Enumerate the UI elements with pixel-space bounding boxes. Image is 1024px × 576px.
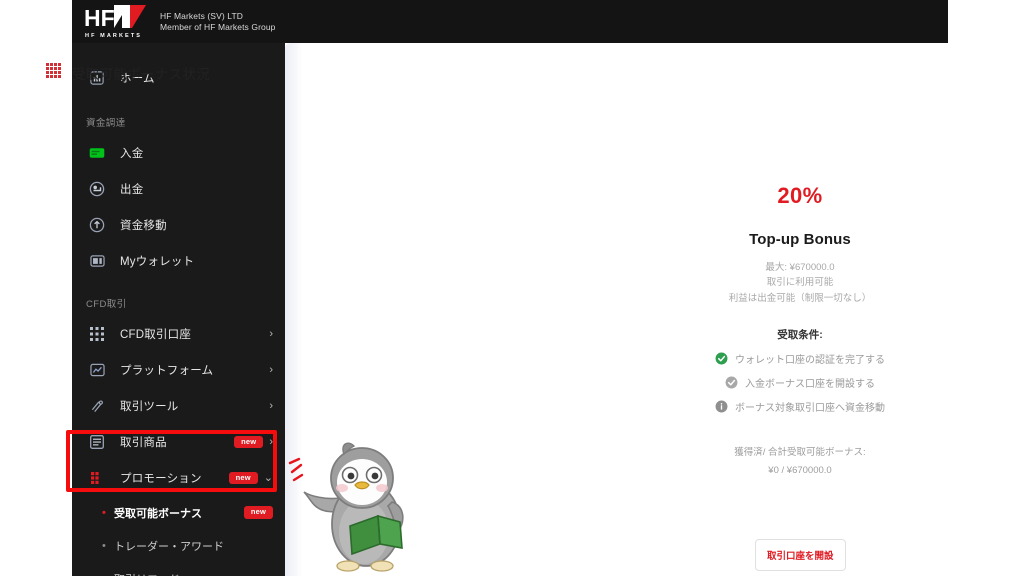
sidebar-subitem-trading-reward-label: 取引リワード [114,571,273,576]
sidebar-item-trading-tools[interactable]: 取引ツール › [72,388,285,424]
new-badge: new [243,506,273,519]
check-circle-gray-icon [725,376,738,389]
bullet-icon: • [102,573,114,576]
sidebar-subitem-trading-reward[interactable]: • 取引リワード [72,562,285,576]
sidebar-item-cfd-accounts-label: CFD取引口座 [120,329,192,341]
sidebar-subitem-trader-award-label: トレーダー・アワード [114,540,224,553]
sidebar-item-withdraw[interactable]: 出金 [72,171,285,207]
bonus-name: Top-up Bonus [749,231,851,248]
sidebar-item-platforms[interactable]: プラットフォーム › [72,352,285,388]
chevron-down-icon[interactable]: ⌄ [264,472,273,484]
sidebar-section-funding: 資金調達 [86,118,126,129]
grid-icon [86,324,108,344]
check-circle-green-icon [715,352,728,365]
sidebar-item-instruments-label: 取引商品 [120,437,167,449]
open-trading-account-button[interactable]: 取引口座を開設 [755,539,846,571]
list-icon [86,432,108,452]
bullet-icon: • [102,539,106,552]
sidebar-subitem-available-bonus-label: 受取可能ボーナス [114,507,202,520]
sidebar-item-deposit-label: 入金 [120,148,144,160]
chevron-right-icon[interactable]: › [269,400,273,412]
chevron-right-icon[interactable]: › [269,364,273,376]
red-grid-icon [46,63,61,83]
sidebar-item-mywallet[interactable]: Myウォレット [72,243,285,279]
earned-value: ¥0 / ¥670000.0 [768,464,832,476]
sidebar-item-transfer-label: 資金移動 [120,220,167,232]
bonus-max-amount: 最大: ¥670000.0 [765,262,835,273]
earned-label: 獲得済/ 合計受取可能ボーナス: [734,447,866,459]
page-title-text: 受取可能ボーナス状況 [72,67,210,82]
bonus-usable-note: 取引に利用可能 [766,277,834,289]
sidebar-item-deposit[interactable]: 入金 [72,135,285,171]
chevron-right-icon[interactable]: › [269,436,273,448]
deposit-card-icon [86,143,108,163]
sidebar-item-mywallet-label: Myウォレット [120,256,195,268]
new-badge: new [234,435,264,449]
condition-text-3: ボーナス対象取引口座へ資金移動 [735,403,885,415]
bonus-card: 20% Top-up Bonus 最大: ¥670000.0 取引に利用可能 利… [615,183,985,479]
brand-logo[interactable]: HF HF MARKETS HF Markets (SV) LTD Member… [72,4,276,39]
sidebar-subitem-trader-award[interactable]: • トレーダー・アワード [72,529,285,562]
sidebar-item-trading-tools-label: 取引ツール [120,401,179,413]
hfm-logo-icon: HF [84,5,146,31]
sidebar-item-withdraw-label: 出金 [120,184,144,196]
sidebar-item-promotion-label: プロモーション [120,473,202,485]
bonus-profit-note: 利益は出金可能（制限一切なし） [728,292,872,304]
tools-icon [86,396,108,416]
condition-row-2: 入金ボーナス口座を開設する [615,375,985,390]
sidebar-item-cfd-accounts[interactable]: CFD取引口座 › [72,316,285,352]
condition-row-1: ウォレット口座の認証を完了する [615,351,985,366]
sidebar-item-instruments[interactable]: 取引商品 new › [72,424,285,460]
promo-grid-icon [86,468,108,488]
condition-text-1: ウォレット口座の認証を完了する [735,355,885,367]
sidebar-item-platforms-label: プラットフォーム [120,365,214,377]
top-header-bar: HF HF MARKETS HF Markets (SV) LTD Member… [72,0,948,43]
withdraw-icon [86,179,108,199]
company-line-1: HF Markets (SV) LTD [160,10,243,21]
sidebar-item-promotion[interactable]: プロモーション new ⌄ [72,460,285,496]
condition-row-3: ボーナス対象取引口座へ資金移動 [615,399,985,414]
new-badge: new [228,471,258,485]
wallet-icon [86,251,108,271]
chevron-right-icon[interactable]: › [269,328,273,340]
svg-text:HF: HF [84,5,115,31]
bullet-icon: • [102,506,106,519]
condition-text-2: 入金ボーナス口座を開設する [745,379,875,391]
company-line-2: Member of HF Markets Group [160,21,276,32]
app-screenshot: HF HF MARKETS HF Markets (SV) LTD Member… [0,0,1024,576]
page-title: 受取可能ボーナス状況 [46,63,210,83]
sidebar-navigation[interactable]: ホーム 資金調達 入金 出金 資金移動 Myウォレット CFD取引 CFD取引口… [72,43,285,576]
platform-icon [86,360,108,380]
bonus-percent: 20% [777,183,823,208]
penguin-mascot [303,442,404,572]
transfer-icon [86,215,108,235]
sidebar-section-cfd: CFD取引 [86,299,127,310]
info-circle-gray-icon [715,400,728,413]
sidebar-subitem-available-bonus[interactable]: • 受取可能ボーナス new [72,496,285,529]
sidebar-item-transfer[interactable]: 資金移動 [72,207,285,243]
conditions-heading: 受取条件: [777,329,823,342]
